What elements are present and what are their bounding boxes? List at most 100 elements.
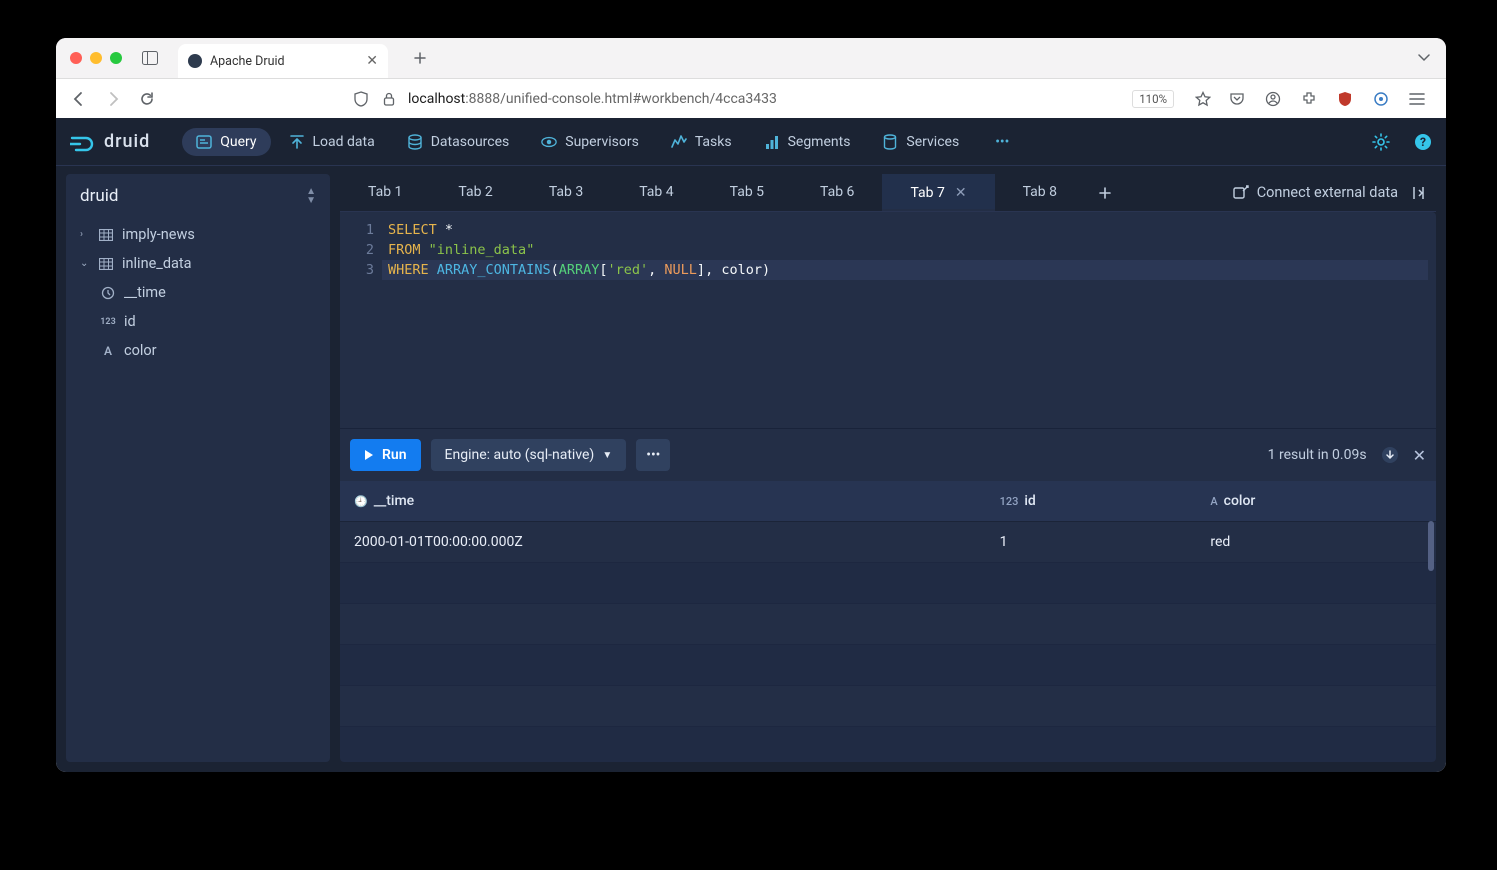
help-icon[interactable]: ?: [1414, 133, 1432, 151]
scrollbar[interactable]: [1428, 521, 1434, 571]
time-type-icon: 🕘: [354, 495, 368, 508]
datasource-imply-news[interactable]: ›imply-news: [66, 220, 330, 249]
table-icon: [98, 256, 114, 272]
query-tab-1[interactable]: Tab 1: [340, 174, 430, 211]
more-menu-button[interactable]: •••: [636, 439, 670, 471]
query-tab-3[interactable]: Tab 3: [521, 174, 611, 211]
panel-collapse-icon[interactable]: [1412, 185, 1428, 201]
nav-load-data[interactable]: Load data: [275, 128, 389, 156]
run-button[interactable]: Run: [350, 439, 421, 471]
url-text: localhost:8888/unified-console.html#work…: [408, 91, 777, 107]
results-table: 🕘__time123idAcolor 2000-01-01T00:00:00.0…: [340, 481, 1436, 762]
connect-external-button[interactable]: Connect external data: [1233, 184, 1398, 201]
reload-button[interactable]: [138, 90, 156, 108]
connect-external-label: Connect external data: [1257, 184, 1398, 201]
query-tabs: Tab 1Tab 2Tab 3Tab 4Tab 5Tab 6Tab 7✕Tab …: [340, 174, 1436, 212]
string-type-icon: A: [100, 343, 116, 359]
editor-code[interactable]: SELECT *FROM "inline_data"WHERE ARRAY_CO…: [382, 212, 1436, 428]
number-type-icon: 123: [100, 314, 116, 330]
datasource-inline_data[interactable]: ⌄inline_data: [66, 249, 330, 278]
column-__time[interactable]: __time: [66, 278, 330, 307]
window-minimize[interactable]: [90, 52, 102, 64]
nav-tasks[interactable]: Tasks: [657, 128, 746, 156]
gear-icon[interactable]: [1372, 133, 1390, 151]
lock-icon: [380, 90, 398, 108]
query-tab-8[interactable]: Tab 8: [995, 174, 1085, 211]
hamburger-icon[interactable]: [1408, 90, 1426, 108]
datasource-tree: ›imply-news⌄inline_data__time123idAcolor: [66, 216, 330, 369]
table-row-empty: [340, 604, 1436, 645]
query-tab-2[interactable]: Tab 2: [430, 174, 520, 211]
chevron-right-icon: ›: [80, 229, 90, 240]
supervisors-icon: [541, 134, 557, 150]
col-__time[interactable]: 🕘__time: [340, 481, 986, 522]
nav-more[interactable]: •••: [987, 128, 1017, 156]
nav-query[interactable]: Query: [182, 128, 270, 156]
close-results-icon[interactable]: ✕: [1413, 446, 1426, 465]
query-tab-5[interactable]: Tab 5: [702, 174, 792, 211]
zoom-indicator[interactable]: 110%: [1132, 90, 1174, 108]
add-tab-button[interactable]: [1085, 174, 1125, 211]
extension-icon-2[interactable]: [1372, 90, 1390, 108]
run-bar: Run Engine: auto (sql-native) ▼ ••• 1 re…: [340, 428, 1436, 481]
main: Tab 1Tab 2Tab 3Tab 4Tab 5Tab 6Tab 7✕Tab …: [340, 174, 1436, 762]
time-type-icon: [100, 285, 116, 301]
chevron-down-icon: ▼: [602, 450, 612, 461]
column-id[interactable]: 123id: [66, 307, 330, 336]
table-row-empty: [340, 727, 1436, 763]
account-icon[interactable]: [1264, 90, 1282, 108]
window-close[interactable]: [70, 52, 82, 64]
nav-segments[interactable]: Segments: [750, 128, 865, 156]
extensions-icon[interactable]: [1300, 90, 1318, 108]
nav-services[interactable]: Services: [868, 128, 973, 156]
window-zoom[interactable]: [110, 52, 122, 64]
datasources-icon: [407, 134, 423, 150]
run-label: Run: [382, 447, 407, 463]
chevron-down-icon: ⌄: [80, 258, 90, 269]
brand-text: druid: [104, 131, 150, 152]
back-button[interactable]: [70, 90, 88, 108]
sort-toggle[interactable]: ▲▼: [306, 187, 316, 205]
editor-gutter: 123: [340, 212, 382, 428]
sidebar: druid ▲▼ ›imply-news⌄inline_data__time12…: [66, 174, 330, 762]
query-tab-4[interactable]: Tab 4: [611, 174, 701, 211]
url-bar[interactable]: localhost:8888/unified-console.html#work…: [172, 90, 1212, 108]
download-icon[interactable]: [1381, 446, 1399, 464]
col-color[interactable]: Acolor: [1196, 481, 1436, 522]
load-data-icon: [289, 134, 305, 150]
browser-titlebar: Apache Druid ✕: [56, 38, 1446, 78]
table-icon: [98, 227, 114, 243]
sql-editor[interactable]: 123 SELECT *FROM "inline_data"WHERE ARRA…: [340, 212, 1436, 428]
column-color[interactable]: Acolor: [66, 336, 330, 365]
star-icon[interactable]: [1194, 90, 1212, 108]
table-row[interactable]: 2000-01-01T00:00:00.000Z1red: [340, 522, 1436, 563]
engine-selector[interactable]: Engine: auto (sql-native) ▼: [431, 439, 627, 471]
close-icon[interactable]: ✕: [366, 53, 378, 69]
browser-window: Apache Druid ✕ localhos: [56, 38, 1446, 772]
forward-button[interactable]: [104, 90, 122, 108]
nav-datasources[interactable]: Datasources: [393, 128, 524, 156]
traffic-lights: [70, 52, 122, 64]
browser-tab[interactable]: Apache Druid ✕: [178, 44, 388, 78]
col-id[interactable]: 123id: [986, 481, 1197, 522]
toolbar-right: [1228, 90, 1432, 108]
engine-label: Engine: auto (sql-native): [445, 447, 595, 463]
shield-icon[interactable]: [352, 90, 370, 108]
tabs-dropdown-icon[interactable]: [1416, 50, 1432, 66]
string-type-icon: A: [1210, 495, 1217, 508]
druid-logo[interactable]: druid: [70, 131, 150, 152]
app-body: druid ▲▼ ›imply-news⌄inline_data__time12…: [56, 166, 1446, 772]
nav-supervisors[interactable]: Supervisors: [527, 128, 653, 156]
pocket-icon[interactable]: [1228, 90, 1246, 108]
sidebar-toggle-icon[interactable]: [142, 50, 158, 66]
query-tab-6[interactable]: Tab 6: [792, 174, 882, 211]
favicon: [188, 54, 202, 68]
ublock-icon[interactable]: [1336, 90, 1354, 108]
close-tab-icon[interactable]: ✕: [955, 185, 967, 201]
table-row-empty: [340, 645, 1436, 686]
tasks-icon: [671, 134, 687, 150]
query-tab-7[interactable]: Tab 7✕: [882, 174, 994, 211]
druid-app: druid QueryLoad dataDatasourcesSuperviso…: [56, 118, 1446, 772]
new-tab-button[interactable]: [412, 50, 428, 66]
sidebar-header: druid ▲▼: [66, 174, 330, 216]
